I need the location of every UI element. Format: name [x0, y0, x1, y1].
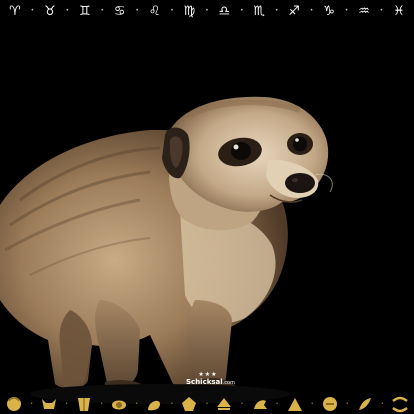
bull-icon[interactable] [39, 395, 59, 413]
logo-name: Schicksal [186, 378, 223, 386]
zodiac-separator: • [205, 7, 209, 14]
zodiac-nav-bar: ♈ • ♉ • ♊ • ♋ • ♌ • ♍ • ♎ • ♏ • ♐ • ♑ • ♒ • ♓ [0, 0, 414, 22]
waterbearer-icon[interactable] [355, 395, 375, 413]
zodiac-libra-icon[interactable]: ♎ [215, 5, 233, 18]
icon-separator: • [345, 400, 349, 407]
zodiac-scorpio-icon[interactable]: ♏ [250, 5, 268, 18]
zodiac-aries-icon[interactable]: ♈ [6, 5, 24, 18]
zodiac-separator: • [309, 7, 314, 14]
maiden-icon[interactable] [179, 395, 199, 413]
zodiac-capricorn-icon[interactable]: ♑ [320, 5, 338, 18]
icon-separator: • [275, 400, 279, 407]
screen: ♈ • ♉ • ♊ • ♋ • ♌ • ♍ • ♎ • ♏ • ♐ • ♑ • ♒ • ♓ ★★★ Schicksal.co… [0, 0, 414, 414]
icon-separator: • [65, 400, 69, 407]
crab-icon[interactable] [109, 395, 129, 413]
scales-icon[interactable] [214, 395, 234, 413]
zodiac-separator: • [379, 7, 384, 14]
lion-icon[interactable] [144, 395, 164, 413]
ram-icon[interactable] [4, 395, 24, 413]
logo-suffix: .com [222, 380, 235, 386]
zodiac-separator: • [30, 7, 35, 14]
zodiac-virgo-icon[interactable]: ♍ [180, 5, 198, 18]
meerkat-photo [0, 96, 333, 404]
icon-separator: • [310, 400, 314, 407]
scorpion-icon[interactable] [250, 395, 270, 413]
zodiac-gemini-icon[interactable]: ♊ [76, 5, 94, 18]
schicksal-logo[interactable]: ★★★ Schicksal.com [186, 372, 235, 392]
zodiac-separator: • [170, 7, 174, 14]
zodiac-separator: • [344, 7, 349, 14]
zodiac-pisces-icon[interactable]: ♓ [390, 5, 408, 18]
zodiac-cancer-icon[interactable]: ♋ [111, 5, 129, 18]
goat-icon[interactable] [320, 395, 340, 413]
zodiac-icon-bar: • • • • • • • • • • • [0, 394, 414, 414]
zodiac-separator: • [274, 7, 279, 14]
icon-separator: • [205, 400, 209, 407]
icon-separator: • [135, 400, 139, 407]
zodiac-sagittarius-icon[interactable]: ♐ [285, 5, 303, 18]
logo-text: Schicksal.com [186, 378, 235, 388]
zodiac-separator: • [65, 7, 70, 14]
icon-separator: • [100, 400, 104, 407]
zodiac-aquarius-icon[interactable]: ♒ [355, 5, 373, 18]
zodiac-separator: • [240, 7, 244, 14]
icon-separator: • [380, 400, 384, 407]
icon-separator: • [170, 400, 174, 407]
zodiac-taurus-icon[interactable]: ♉ [41, 5, 59, 18]
twins-icon[interactable] [74, 395, 94, 413]
zodiac-separator: • [135, 7, 139, 14]
zodiac-leo-icon[interactable]: ♌ [146, 5, 164, 18]
icon-separator: • [30, 400, 34, 407]
archer-icon[interactable] [285, 395, 305, 413]
fish-icon[interactable] [390, 395, 410, 413]
icon-separator: • [240, 400, 244, 407]
zodiac-separator: • [100, 7, 104, 14]
